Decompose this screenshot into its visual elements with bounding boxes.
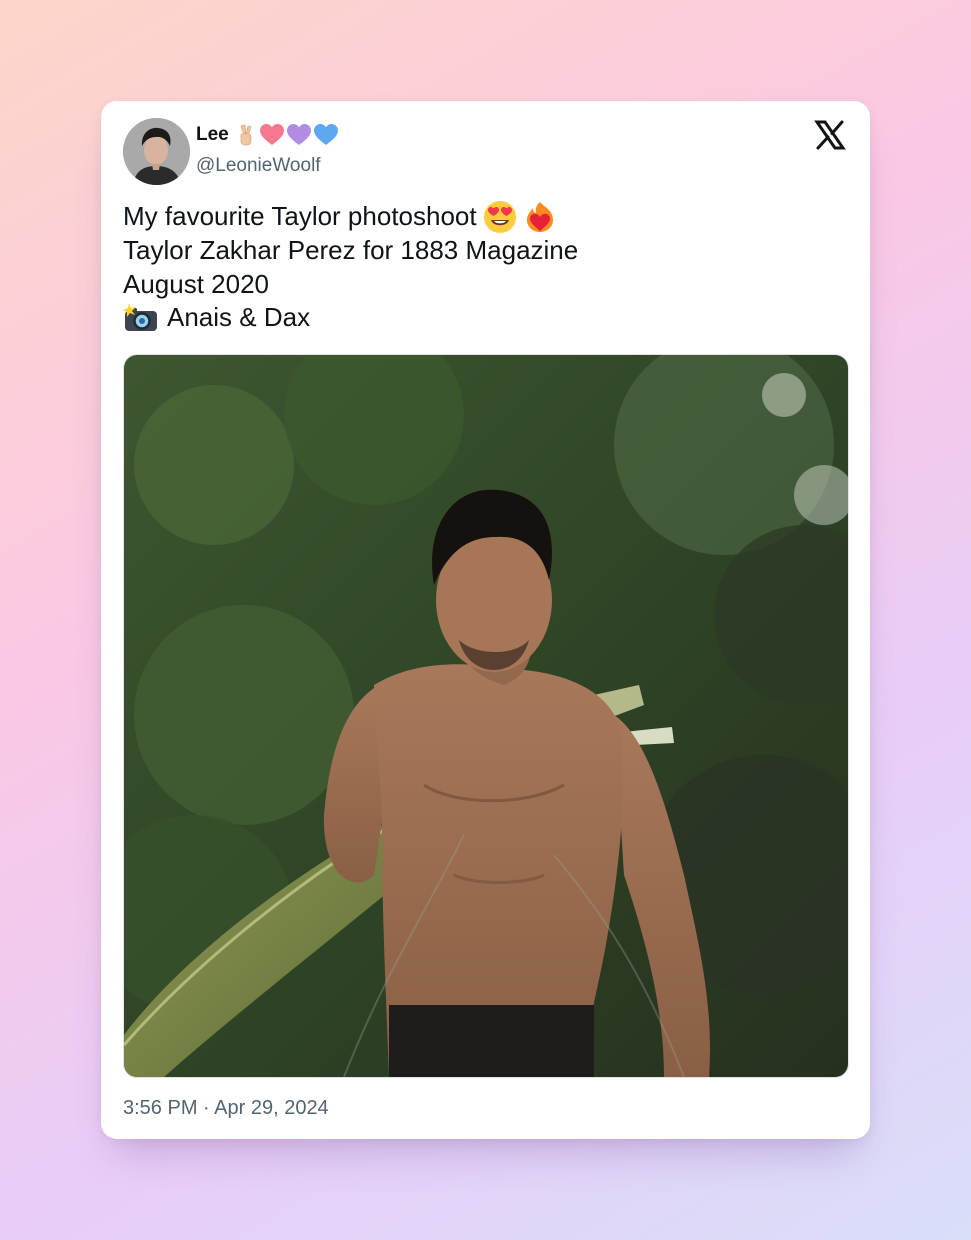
purple-heart-emoji (286, 123, 312, 147)
tweet-line-text: My favourite Taylor photoshoot (123, 201, 477, 232)
tweet-line-text: Anais & Dax (167, 302, 311, 332)
victory-hand-emoji (234, 123, 258, 147)
tweet-text: My favourite Taylor photoshoot Taylor Za… (123, 200, 843, 335)
avatar[interactable] (123, 118, 190, 185)
tweet-line: Taylor Zakhar Perez for 1883 Magazine (123, 234, 843, 268)
display-name-row: Lee (196, 123, 339, 147)
heart-eyes-emoji (483, 200, 517, 234)
tweet-photo[interactable] (123, 354, 849, 1078)
tweet-line: Anais & Dax (123, 301, 843, 335)
user-handle[interactable]: @LeonieWoolf (196, 154, 321, 178)
tweet-line-text: Taylor Zakhar Perez for 1883 Magazine (123, 235, 579, 265)
heart-on-fire-emoji (523, 200, 557, 234)
tweet-line-text: August 2020 (123, 268, 270, 299)
tweet-line: August 2020 (123, 268, 843, 302)
x-logo-icon[interactable] (814, 119, 846, 151)
pink-heart-emoji (259, 123, 285, 147)
camera-with-flash-emoji (123, 302, 159, 333)
name-emoji-group (234, 123, 339, 147)
blue-heart-emoji (313, 123, 339, 147)
tweet-line: My favourite Taylor photoshoot (123, 200, 843, 234)
tweet-timestamp[interactable]: 3:56 PM · Apr 29, 2024 (123, 1096, 329, 1120)
tweet-card: Lee @LeonieWoolf My favourite Taylor pho… (101, 101, 870, 1139)
display-name[interactable]: Lee (196, 123, 229, 147)
